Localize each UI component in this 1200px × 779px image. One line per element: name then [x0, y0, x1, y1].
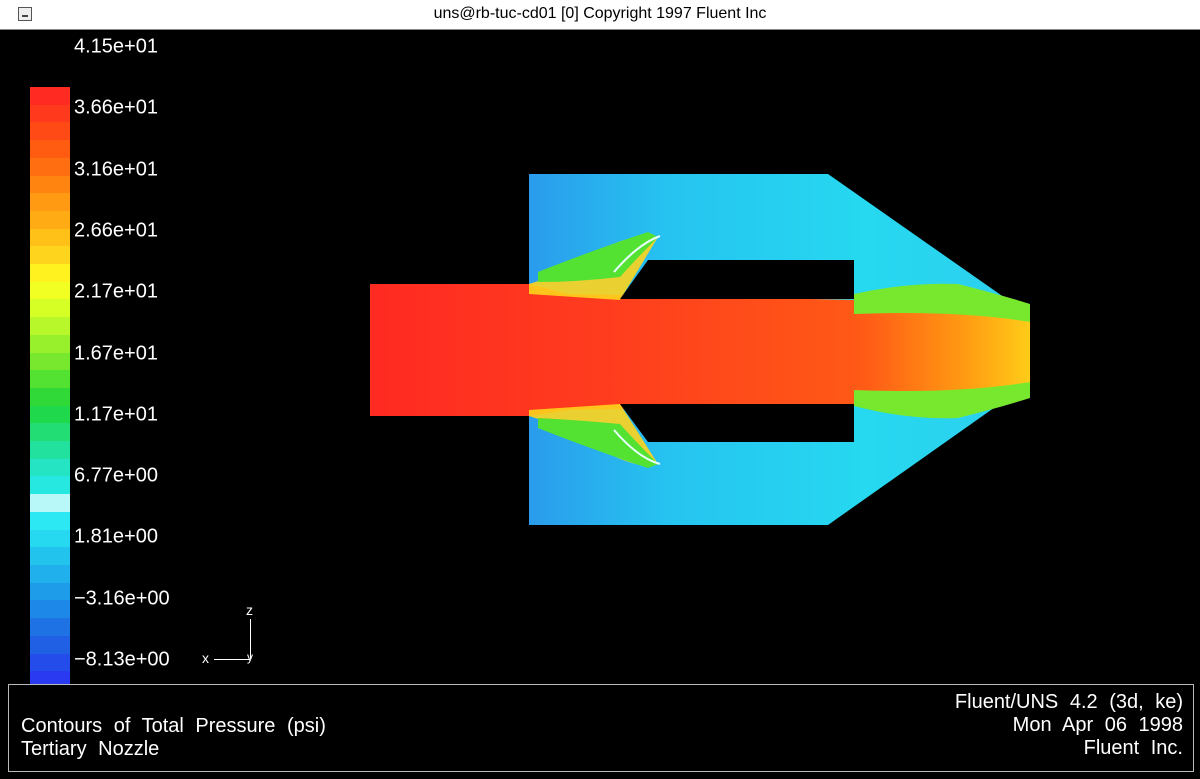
colorbar-swatch	[30, 299, 70, 318]
legend-label: 3.16e+01	[74, 158, 158, 181]
colorbar-swatch	[30, 193, 70, 211]
colorbar-swatch	[30, 317, 70, 335]
colorbar-swatch	[30, 157, 70, 176]
legend-label: 2.66e+01	[74, 219, 158, 242]
info-panel: Contours of Total Pressure (psi) Tertiar…	[8, 684, 1194, 772]
legend-label: −3.16e+00	[74, 587, 170, 610]
colorbar-swatch	[30, 104, 70, 123]
axis-triad: z x y	[198, 602, 288, 672]
graphics-viewport[interactable]: 4.15e+01 3.66e+01 3.16e+01 2.66e+01 2.17e+01…	[8, 32, 1194, 707]
colorbar-swatch	[30, 246, 70, 265]
colorbar-swatch	[30, 264, 70, 282]
colorbar-swatch	[30, 175, 70, 194]
legend-label: 4.15e+01	[74, 35, 158, 58]
colorbar-swatch	[30, 600, 70, 619]
colorbar-swatch	[30, 370, 70, 388]
colorbar-swatch	[30, 87, 70, 105]
legend-label: −8.13e+00	[74, 648, 170, 671]
colorbar-swatch	[30, 564, 70, 583]
colorbar-swatch	[30, 441, 70, 459]
colorbar-swatch	[30, 281, 70, 300]
axis-z-label: z	[246, 602, 253, 618]
upper-slot	[620, 260, 854, 299]
axis-y-label: y	[247, 650, 253, 664]
colorbar-swatch	[30, 334, 70, 353]
axis-x-label: x	[202, 650, 209, 666]
colorbar-swatch	[30, 387, 70, 406]
legend-label: 1.67e+01	[74, 342, 158, 364]
colorbar-swatch	[30, 582, 70, 601]
colorbar-swatch	[30, 352, 70, 371]
legend-label: 3.66e+01	[74, 96, 158, 119]
vendor-name: Fluent Inc.	[1083, 737, 1183, 759]
colorbar-swatch	[30, 228, 70, 247]
colorbar-swatch	[30, 458, 70, 477]
legend-colorbar	[30, 87, 70, 707]
colorbar-swatch	[30, 653, 70, 672]
colorbar-swatch	[30, 405, 70, 424]
window-titlebar: uns@rb-tuc-cd01 [0] Copyright 1997 Fluen…	[0, 0, 1200, 30]
colorbar-swatch	[30, 210, 70, 229]
colorbar-swatch	[30, 547, 70, 565]
case-name: Tertiary Nozzle	[21, 738, 160, 760]
colorbar-swatch	[30, 635, 70, 654]
legend-label: 1.81e+00	[74, 525, 158, 548]
legend-label: 2.17e+01	[74, 280, 158, 303]
colorbar-swatch	[30, 529, 70, 548]
legend-label: 6.77e+00	[74, 464, 158, 487]
lower-slot	[620, 404, 854, 442]
colorbar-swatch	[30, 140, 70, 158]
colorbar-swatch	[30, 476, 70, 495]
colorbar-swatch	[30, 122, 70, 141]
window-title: uns@rb-tuc-cd01 [0] Copyright 1997 Fluen…	[433, 5, 767, 22]
legend-label: 1.17e+01	[74, 403, 158, 426]
colorbar-swatch	[30, 494, 70, 512]
colorbar-swatch	[30, 511, 70, 530]
pressure-contour-plot	[370, 174, 1030, 525]
solver-version: Fluent/UNS 4.2 (3d, ke)	[954, 691, 1183, 713]
plot-date: Mon Apr 06 1998	[1012, 714, 1183, 736]
colorbar-swatch	[30, 423, 70, 442]
colorbar-swatch	[30, 618, 70, 636]
plot-title: Contours of Total Pressure (psi)	[21, 715, 326, 737]
